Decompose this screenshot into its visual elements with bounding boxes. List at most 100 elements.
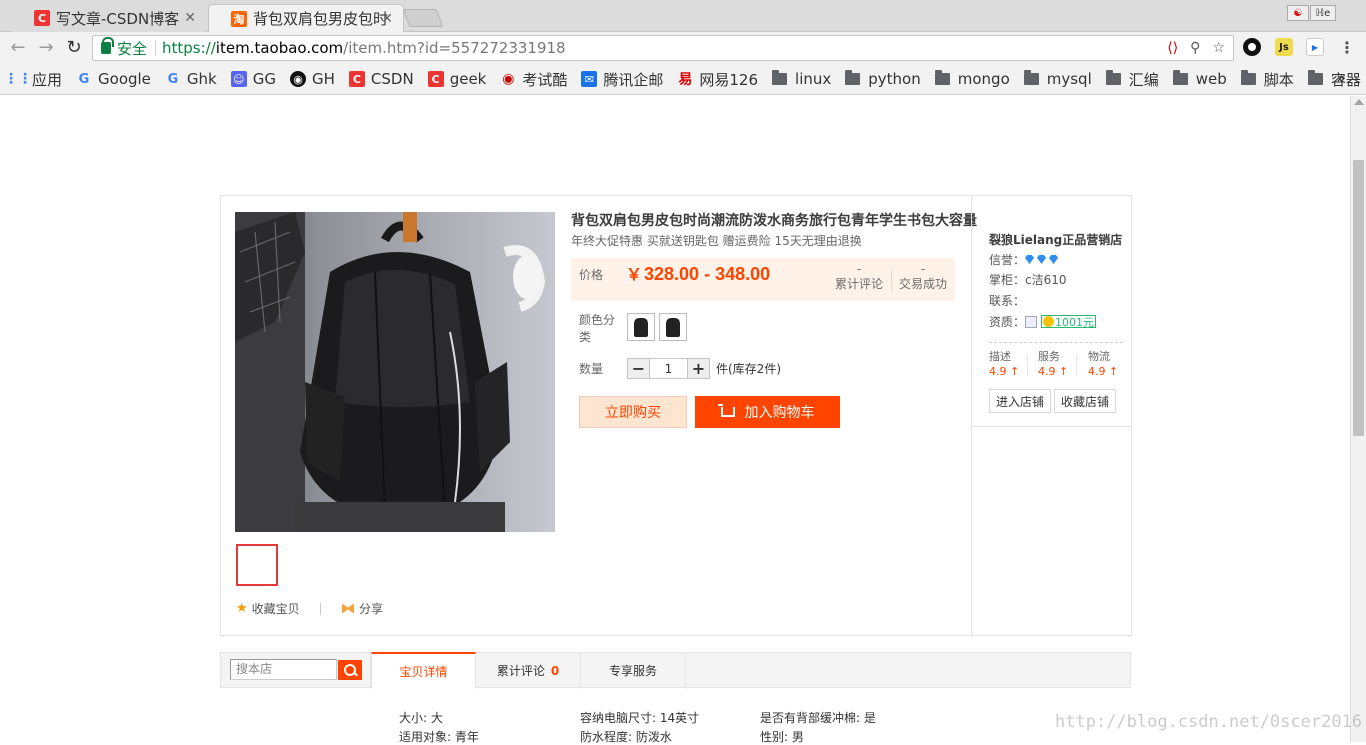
scrollbar-thumb[interactable] [1353, 160, 1364, 436]
rating-service: 服务 4.9 ↑ [1038, 350, 1069, 378]
translate-icon[interactable]: ⟨⟩ [1167, 40, 1178, 56]
increase-quantity-button[interactable]: + [688, 359, 709, 378]
add-to-cart-button[interactable]: 加入购物车 [695, 396, 840, 428]
favorite-shop-button[interactable]: 收藏店铺 [1054, 389, 1117, 413]
tab-title: 背包双肩包男皮包时 [253, 10, 389, 28]
bookmark-folder-scripts[interactable]: 脚本 [1240, 69, 1294, 90]
quantity-input[interactable]: 1 [649, 359, 688, 378]
folder-icon [1172, 70, 1188, 85]
csdn-icon: C [348, 71, 365, 87]
page-scrollbar[interactable] [1350, 96, 1366, 742]
color-option-label: 颜色分类 [579, 313, 616, 344]
color-swatch-2[interactable] [659, 313, 687, 341]
lock-icon [101, 37, 114, 54]
attribute-item: 大小: 大 [399, 711, 443, 725]
shop-name[interactable]: 裂狼Lielang正品营销店 [989, 231, 1122, 248]
tab-taobao[interactable]: 淘 背包双肩包男皮包时 ✕ [208, 4, 404, 32]
enter-shop-button[interactable]: 进入店铺 [989, 389, 1052, 413]
search-icon[interactable] [338, 660, 362, 680]
price: ￥ 328.00 - 348.00 [626, 264, 771, 284]
attribute-item: 性别: 男 [760, 730, 804, 744]
quantity-label: 数量 [579, 362, 604, 376]
apps-grid-icon: ⋮⋮ [4, 71, 32, 87]
url-path: /item.htm?id=557272331918 [343, 39, 566, 57]
address-toolbar: ← → ↻ 安全 https:// item.taobao.com /item.… [0, 32, 1366, 64]
url-bar[interactable]: 安全 https:// item.taobao.com /item.htm?id… [92, 35, 1234, 61]
watermark: http://blog.csdn.net/0scer2016 [1055, 712, 1363, 732]
diamond-icon [1049, 255, 1059, 264]
buy-now-button[interactable]: 立即购买 [579, 396, 687, 428]
bookmark-folder-web[interactable]: web [1172, 70, 1227, 88]
extension-circle-icon[interactable] [1243, 38, 1261, 56]
netease-icon: 易 [678, 72, 693, 88]
bookmark-gh[interactable]: ◉ GH [290, 70, 335, 88]
new-tab-button[interactable] [402, 9, 444, 27]
bookmark-csdn[interactable]: C CSDN [348, 70, 414, 88]
license-icon[interactable] [1025, 315, 1038, 328]
bookmark-tencent-mail[interactable]: ✉ 腾讯企邮 [581, 69, 663, 90]
product-subtitle: 年终大促特惠 买就送钥匙包 赠运费险 15天无理由退换 [571, 234, 862, 248]
js-extension-icon[interactable]: Js [1275, 38, 1293, 56]
shop-reputation: 信誉： [989, 251, 1061, 268]
shop-keeper: 掌柜： c洁610 [989, 273, 1067, 287]
tab-services[interactable]: 专享服务 [581, 652, 686, 689]
bookmark-apps[interactable]: ⋮⋮ 应用 [4, 69, 62, 90]
scroll-up-icon[interactable] [1354, 99, 1364, 105]
review-count-stat[interactable]: - 累计评论 [835, 262, 883, 292]
tab-reviews[interactable]: 累计评论 0 [476, 652, 581, 689]
bookmarks-overflow-button[interactable]: » [1336, 68, 1346, 87]
share-button[interactable]: 分享 [342, 600, 383, 617]
transactions-stat[interactable]: - 交易成功 [898, 262, 948, 292]
zoom-icon[interactable]: ⚲ [1190, 40, 1200, 56]
bookmark-folder-asm[interactable]: 汇编 [1105, 69, 1159, 90]
bookmark-ghk[interactable]: G Ghk [165, 70, 217, 88]
diamond-icon [1025, 255, 1035, 264]
arrow-up-icon: ↑ [1010, 365, 1020, 378]
bookmark-folder-python[interactable]: python [845, 70, 921, 88]
bookmark-star-icon[interactable]: ☆ [1212, 40, 1225, 56]
tab-csdn[interactable]: C 写文章-CSDN博客 ✕ [12, 4, 206, 32]
shop-search-input[interactable]: 搜本店 [230, 659, 337, 680]
product-title: 背包双肩包男皮包时尚潮流防泼水商务旅行包青年学生书包大容量 [571, 213, 977, 229]
bookmark-kaoshiku[interactable]: ◉ 考试酷 [500, 69, 567, 90]
favorite-item-button[interactable]: ★ 收藏宝贝 [236, 600, 300, 617]
repl-extension-icon[interactable]: ▶ [1306, 38, 1324, 56]
shop-qualification: 资质： 1001元 [989, 315, 1097, 329]
tab-item-detail[interactable]: 宝贝详情 [371, 652, 476, 689]
google-icon: G [167, 71, 179, 87]
decrease-quantity-button[interactable]: − [628, 359, 649, 378]
coin-icon [1043, 316, 1055, 327]
window-badge[interactable]: ℍe [1310, 5, 1336, 21]
bookmark-folder-mysql[interactable]: mysql [1023, 70, 1092, 88]
back-icon[interactable]: ← [8, 38, 28, 58]
shop-contact: 联系： [989, 294, 1026, 308]
bookmark-folder-linux[interactable]: linux [772, 70, 831, 88]
share-icon [342, 603, 354, 614]
url-host: item.taobao.com [215, 39, 344, 57]
color-swatch-1[interactable] [627, 313, 655, 341]
bookmark-folder-mongo[interactable]: mongo [934, 70, 1010, 88]
deposit-badge[interactable]: 1001元 [1041, 315, 1097, 329]
forward-icon[interactable]: → [36, 38, 56, 58]
bookmark-netease[interactable]: 易网易126 [677, 69, 758, 90]
reload-icon[interactable]: ↻ [64, 38, 84, 58]
secure-label: 安全 [117, 39, 148, 58]
bookmark-geek[interactable]: Cgeek [427, 70, 486, 88]
google-icon: G [78, 71, 90, 87]
menu-icon[interactable]: ⋮ [1338, 38, 1356, 57]
product-main-image[interactable] [235, 212, 555, 532]
profile-icon[interactable]: ☯ [1287, 5, 1309, 21]
product-thumbnail[interactable] [236, 544, 278, 586]
attribute-item: 适用对象: 青年 [399, 730, 479, 744]
cart-icon [717, 404, 735, 417]
bookmark-folder-containers[interactable]: 容器 [1307, 69, 1361, 90]
rating-logistics: 物流 4.9 ↑ [1088, 350, 1119, 378]
bookmark-google[interactable]: G Google [76, 70, 151, 88]
url-scheme: https:// [162, 39, 216, 57]
close-icon[interactable]: ✕ [381, 11, 393, 27]
bookmark-gg[interactable]: ☺ GG [230, 70, 276, 88]
folder-icon [1105, 70, 1121, 85]
folder-icon [845, 70, 861, 85]
shop-sidebar: 裂狼Lielang正品营销店 信誉： 掌柜： c洁610 联系： 资质： 100… [971, 196, 1132, 635]
close-icon[interactable]: ✕ [184, 10, 196, 26]
